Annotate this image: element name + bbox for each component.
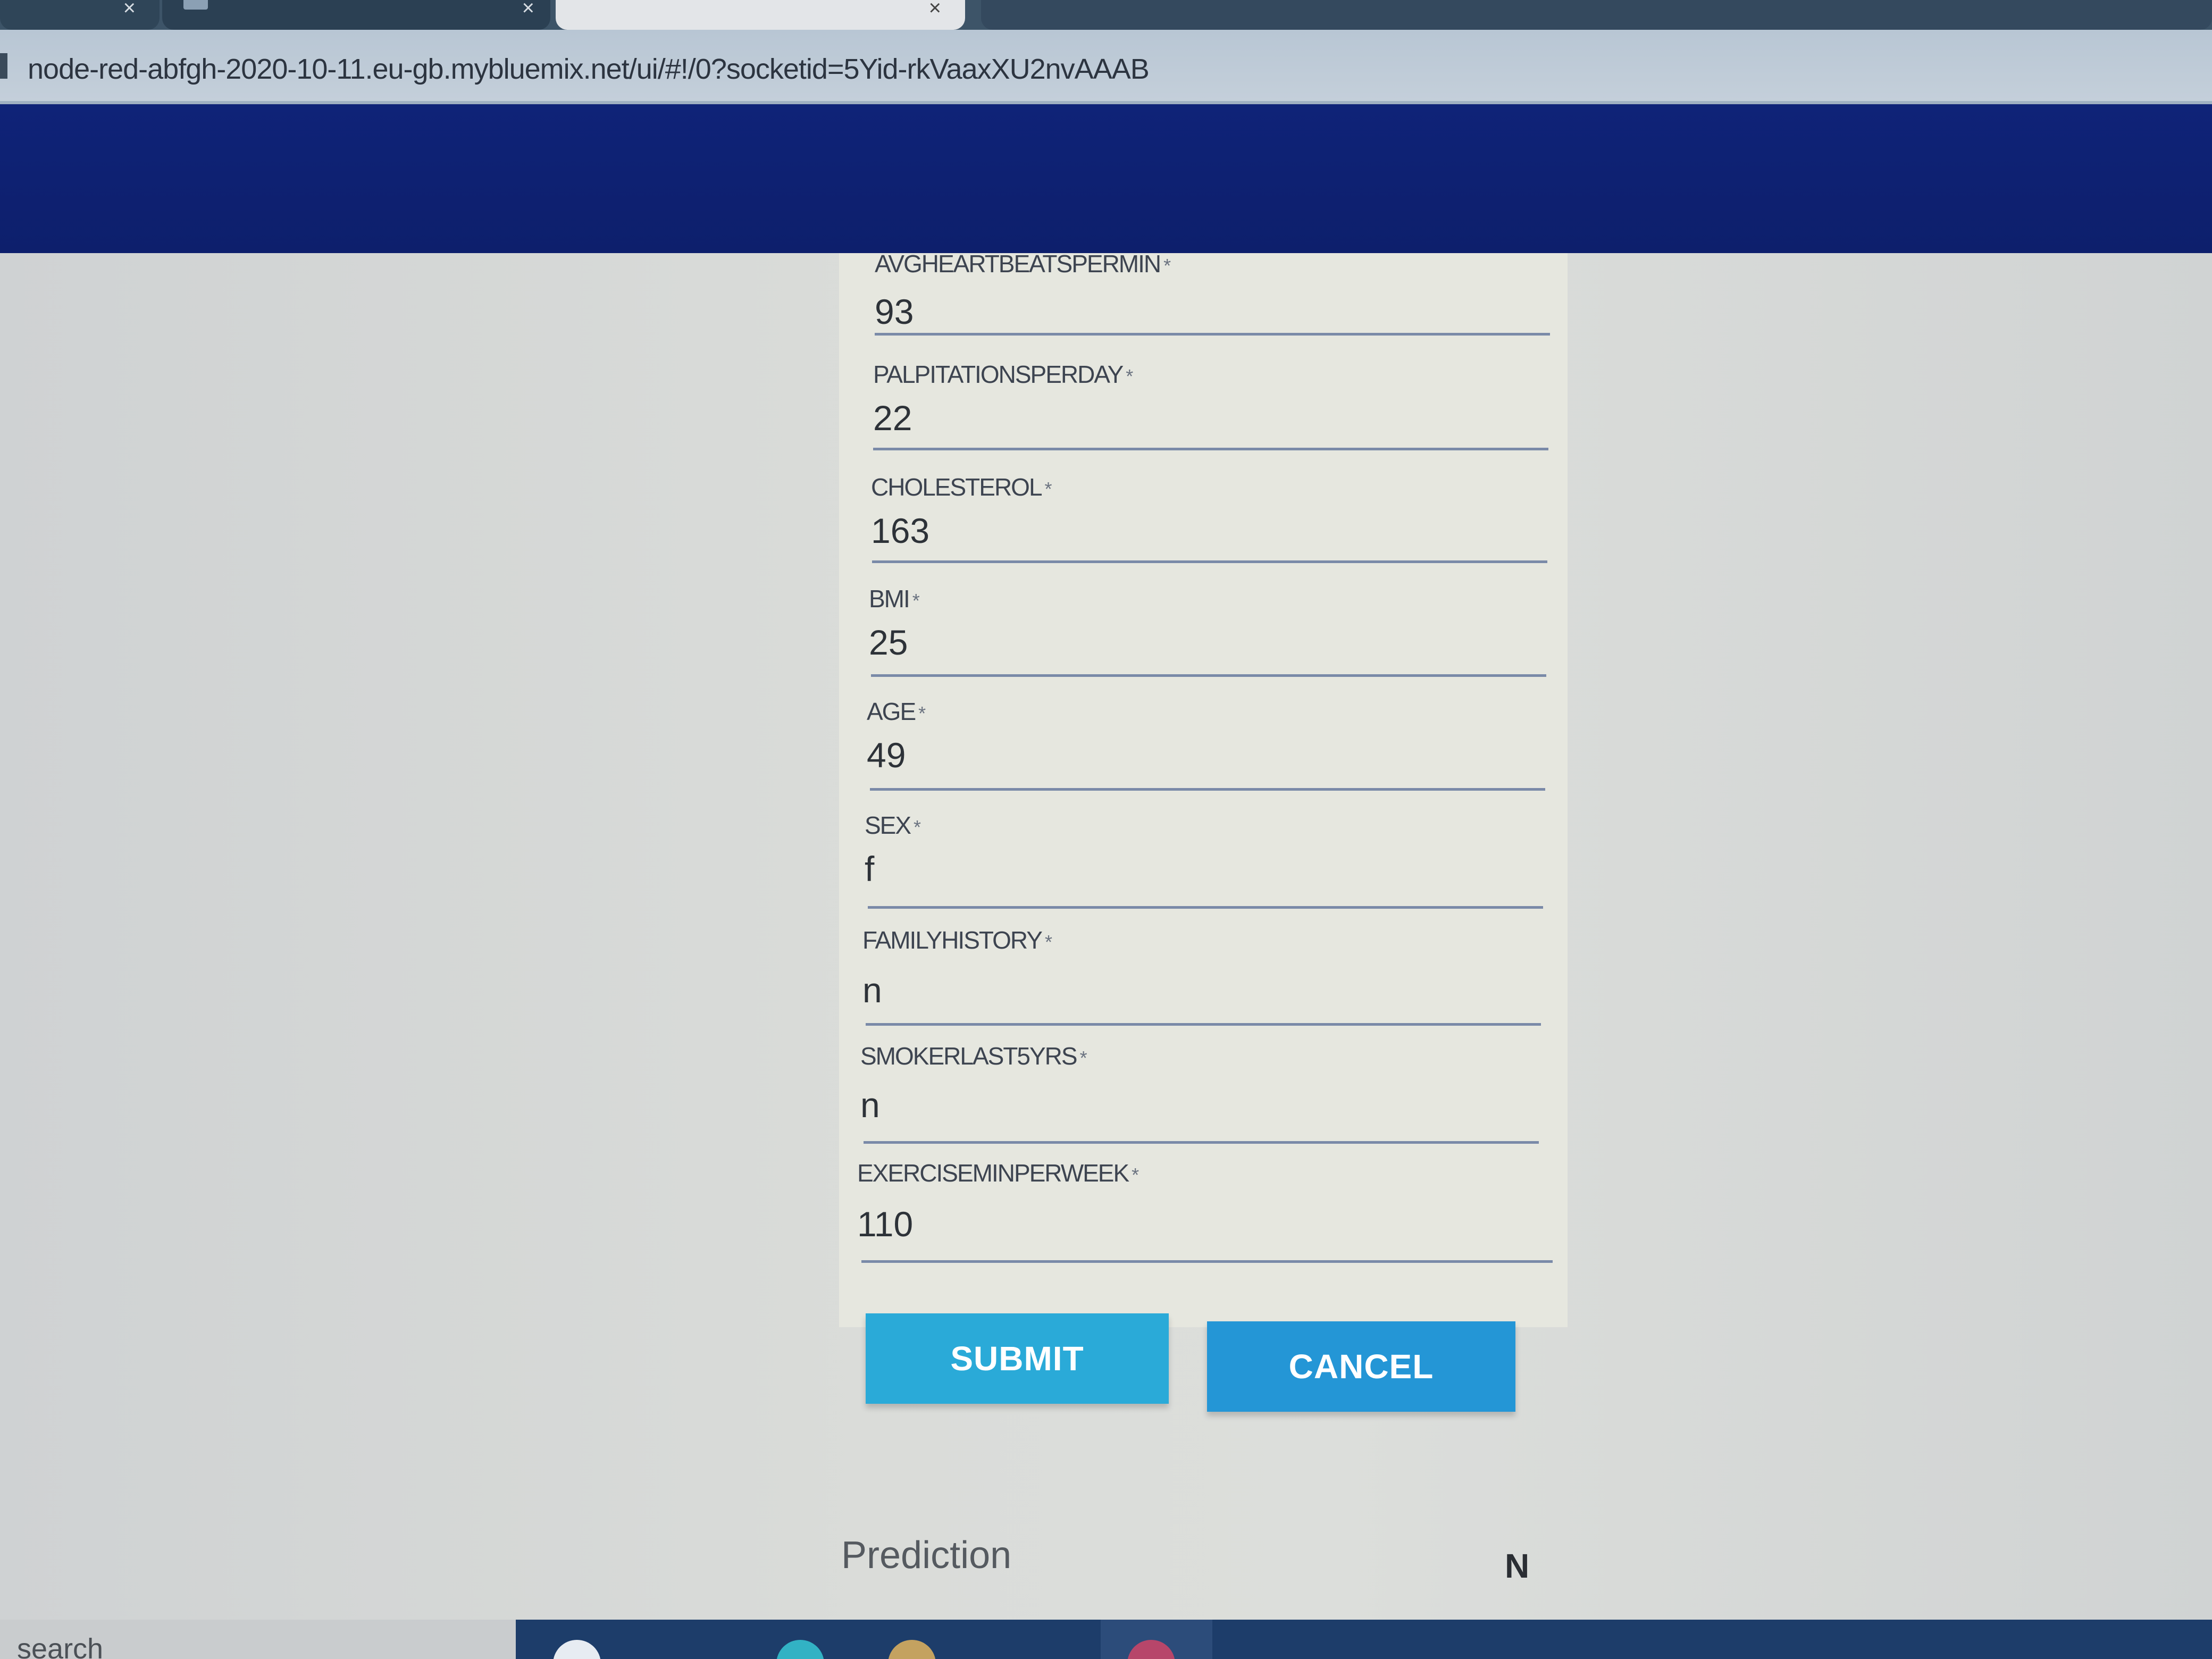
- field-value[interactable]: 49: [867, 735, 906, 775]
- field-label: PALPITATIONSPERDAY *: [873, 361, 1133, 388]
- field-value[interactable]: f: [865, 849, 874, 889]
- field-value[interactable]: 93: [875, 291, 914, 332]
- browser-tab-4[interactable]: [981, 0, 2212, 30]
- tab-favicon-icon: [183, 0, 208, 10]
- field-underline: [861, 1260, 1553, 1263]
- field-avgheartbeatspermin[interactable]: AVGHEARTBEATSPERMIN * 93: [875, 250, 1566, 356]
- url-text[interactable]: node-red-abfgh-2020-10-11.eu-gb.mybluemi…: [28, 53, 1150, 85]
- page-info-icon[interactable]: [0, 53, 7, 79]
- field-underline: [866, 1023, 1541, 1026]
- field-familyhistory[interactable]: FAMILYHISTORY * n: [862, 926, 1554, 1033]
- field-smokerlast5yrs[interactable]: SMOKERLAST5YRS * n: [860, 1042, 1552, 1149]
- field-label: EXERCISEMINPERWEEK *: [857, 1159, 1139, 1187]
- close-tab-icon[interactable]: ×: [929, 0, 941, 19]
- close-tab-icon[interactable]: ×: [522, 0, 534, 19]
- field-label: SMOKERLAST5YRS *: [860, 1042, 1087, 1070]
- field-value[interactable]: n: [862, 970, 882, 1010]
- field-underline: [868, 906, 1543, 909]
- taskbar: [516, 1620, 2212, 1659]
- field-value[interactable]: 110: [857, 1204, 913, 1244]
- close-tab-icon[interactable]: ×: [123, 0, 136, 19]
- field-underline: [875, 333, 1550, 336]
- search-text[interactable]: search: [17, 1635, 103, 1659]
- field-label: AVGHEARTBEATSPERMIN *: [875, 250, 1171, 278]
- prediction-value: N: [1505, 1547, 1530, 1585]
- field-label: BMI *: [869, 585, 920, 613]
- field-bmi[interactable]: BMI * 25: [869, 585, 1560, 691]
- field-underline: [871, 674, 1546, 677]
- field-value[interactable]: n: [860, 1085, 880, 1125]
- field-underline: [864, 1141, 1539, 1144]
- browser-tab-1[interactable]: ×: [0, 0, 160, 30]
- field-value[interactable]: 22: [873, 398, 912, 438]
- dashboard-header: [0, 104, 2212, 253]
- field-label: SEX *: [865, 811, 921, 839]
- browser-tab-strip: × × ×: [0, 0, 2212, 30]
- field-cholesterol[interactable]: CHOLESTEROL * 163: [871, 473, 1562, 580]
- field-value[interactable]: 163: [871, 510, 929, 551]
- field-label: AGE *: [867, 698, 926, 725]
- field-sex[interactable]: SEX * f: [865, 811, 1556, 918]
- browser-tab-active[interactable]: ×: [556, 0, 965, 30]
- prediction-label: Prediction: [841, 1534, 1012, 1577]
- field-exerciseminperweek[interactable]: EXERCISEMINPERWEEK * 110: [857, 1159, 1553, 1266]
- field-label: CHOLESTEROL *: [871, 473, 1052, 501]
- submit-button[interactable]: SUBMIT: [866, 1313, 1169, 1404]
- field-underline: [873, 448, 1548, 450]
- browser-tab-2[interactable]: ×: [162, 0, 550, 30]
- field-value[interactable]: 25: [869, 622, 908, 663]
- cancel-button[interactable]: CANCEL: [1207, 1321, 1515, 1412]
- field-label: FAMILYHISTORY *: [862, 926, 1052, 954]
- address-bar[interactable]: node-red-abfgh-2020-10-11.eu-gb.mybluemi…: [0, 30, 2212, 104]
- field-palpitationsperday[interactable]: PALPITATIONSPERDAY * 22: [873, 361, 1564, 467]
- field-underline: [872, 560, 1547, 563]
- field-age[interactable]: AGE * 49: [867, 698, 1558, 804]
- field-underline: [870, 788, 1545, 791]
